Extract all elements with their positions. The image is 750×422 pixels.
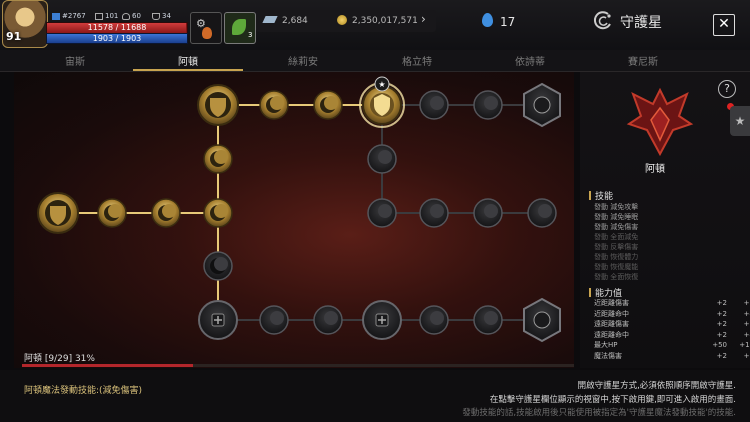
attribute-row: 遠距離傷害+2+3 — [594, 320, 750, 328]
skill-item: 發動 減免傷害 — [594, 223, 639, 231]
page-title: 守護星 — [620, 15, 662, 31]
node-start[interactable] — [37, 192, 79, 234]
progress-fill — [22, 364, 194, 367]
attribute-list: 近距離傷害+2+3 近距離命中+2+4 遠距離傷害+2+3 遠距離命中+2+4 … — [594, 298, 750, 361]
skill-item: 發動 恢復體力 — [594, 253, 639, 261]
aton-crest-icon — [626, 87, 694, 157]
skill-item: 發動 減免攻擊 — [594, 203, 639, 211]
skill-item: 發動 全面恢復 — [594, 273, 639, 281]
progress-track — [22, 364, 574, 367]
node-top-center-selected[interactable]: ★ — [359, 76, 405, 128]
constellation-progress-label: 阿頓 [9/29] 31% — [24, 354, 95, 364]
info-line: 發動技能的話,技能啟用後只能使用被指定為'守護星魔法發動技能'的技能. — [462, 408, 736, 418]
node-top-left-major[interactable] — [197, 84, 239, 126]
constellation-name: 阿頓 — [645, 164, 665, 175]
attribute-row: 魔法傷害+2+3 — [594, 351, 750, 360]
skill-item: 發動 減免睡眠 — [594, 213, 639, 221]
attribute-row: 近距離命中+2+4 — [594, 309, 750, 318]
attribute-row: 遠距離命中+2+4 — [594, 330, 750, 339]
constellation-tree: ★ — [37, 76, 561, 343]
skills-heading: 技能 — [589, 189, 613, 202]
svg-text:★: ★ — [378, 80, 385, 89]
favorite-side-tab[interactable]: ★ — [730, 106, 750, 136]
skill-item: 發動 反擊傷害 — [594, 243, 639, 251]
close-button[interactable]: ✕ — [713, 14, 735, 36]
info-line: 在點擊守護星欄位顯示的視窗中,按下啟用鍵,即可進入啟用的畫面. — [489, 395, 736, 405]
tab-sainisi[interactable]: 賽尼斯 — [588, 53, 698, 68]
help-button[interactable]: ? — [718, 80, 736, 98]
spiral-star-icon — [593, 11, 611, 30]
skill-list: 發動 減免攻擊 發動 減免睡眠 發動 減免傷害 發動 全面減免 發動 反擊傷害 … — [594, 202, 734, 282]
skill-item: 發動 全面減免 — [594, 233, 639, 241]
info-line: 開啟守護星方式,必須依照順序開啟守護星. — [577, 381, 736, 391]
attribute-row: 最大HP+50+15 — [594, 341, 750, 349]
skill-item: 發動 恢復魔能 — [594, 263, 639, 271]
attribute-row: 近距離傷害+2+3 — [594, 299, 750, 307]
magic-skill-text: 阿頓魔法發動技能:(減免傷害) — [24, 386, 143, 396]
